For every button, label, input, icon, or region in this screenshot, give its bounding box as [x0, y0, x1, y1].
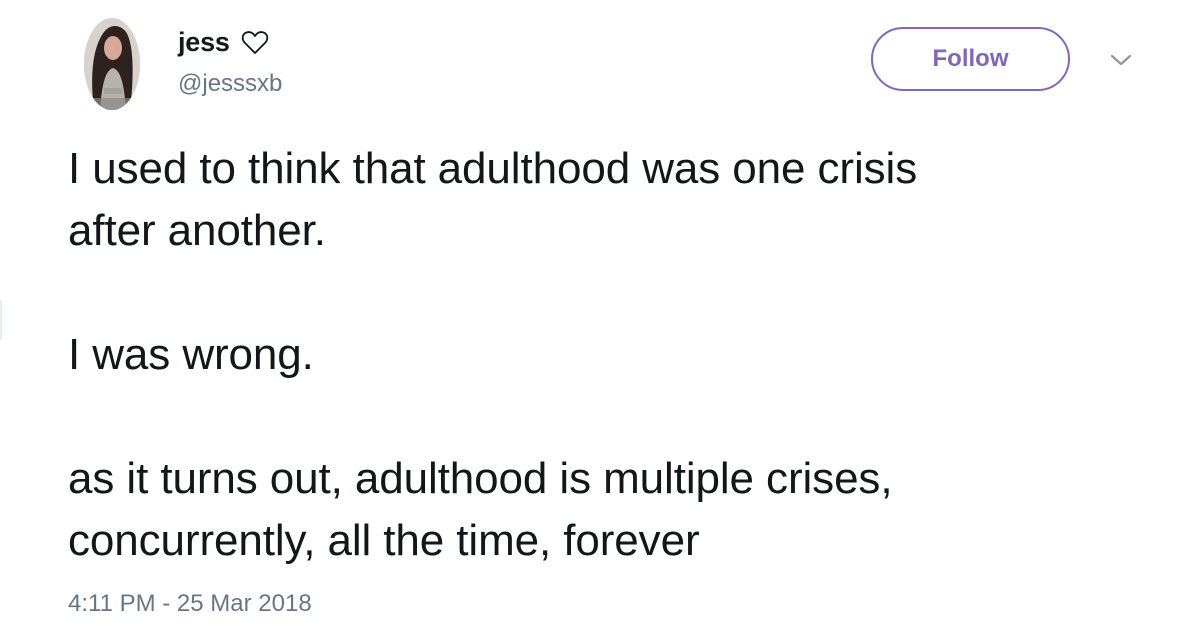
avatar[interactable] [84, 18, 140, 110]
edge-divider [0, 300, 2, 340]
tweet-paragraph: I used to think that adulthood was one c… [68, 144, 918, 255]
avatar-image [84, 18, 140, 110]
tweet-paragraph: as it turns out, adulthood is multiple c… [68, 454, 893, 565]
follow-button[interactable]: Follow [871, 27, 1070, 91]
tweet-timestamp[interactable]: 4:11 PM - 25 Mar 2018 [68, 590, 312, 618]
tweet-paragraph: I was wrong. [68, 330, 314, 379]
display-name[interactable]: jess [178, 27, 230, 58]
user-handle[interactable]: @jesssxb [178, 70, 282, 98]
name-row: jess [178, 22, 270, 62]
heart-outline-icon [240, 27, 270, 57]
chevron-down-icon[interactable] [1108, 50, 1134, 70]
tweet-text: I used to think that adulthood was one c… [68, 138, 1168, 572]
tweet-card: jess @jesssxb Follow I used to think tha… [0, 0, 1200, 630]
